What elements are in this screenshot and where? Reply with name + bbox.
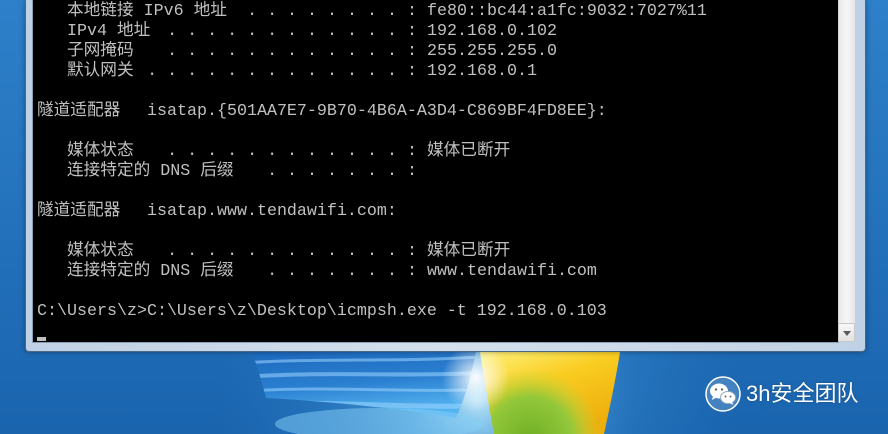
watermark-text: 3h安全团队	[746, 381, 859, 406]
adapter-name: isatap.{501AA7E7-9B70-4B6A-A3D4-C869BF4F…	[147, 102, 607, 121]
logo-center-glow	[440, 344, 512, 434]
console-line-media-state: 媒体状态 . . . . . . . . . . . . : 媒体已断开	[33, 142, 838, 162]
screen: 本地链接 IPv6 地址 . . . . . . . . : fe80::bc4…	[0, 0, 888, 434]
adapter-title: 隧道适配器	[37, 202, 121, 221]
entry-leader: . . . . . . . . . . . . :	[167, 22, 417, 41]
console-adapter-heading: 隧道适配器 isatap.www.tendawifi.com:	[33, 202, 838, 222]
watermark: 3h安全团队	[704, 376, 864, 412]
console-line-media-state: 媒体状态 . . . . . . . . . . . . : 媒体已断开	[33, 242, 838, 262]
entry-value: 255.255.255.0	[427, 42, 557, 61]
scroll-down-button[interactable]	[838, 323, 855, 342]
entry-leader: . . . . . . . . . . . . :	[167, 42, 417, 61]
entry-leader: . . . . . . . . . . . . :	[167, 242, 417, 261]
entry-value: 192.168.0.102	[427, 22, 557, 41]
console-line-default-gateway: 默认网关 . . . . . . . . . . . . . : 192.168…	[33, 62, 838, 82]
scroll-down-arrow-icon	[843, 331, 851, 336]
console-line-dns-suffix: 连接特定的 DNS 后缀 . . . . . . . : www.tendawi…	[33, 262, 838, 282]
command-prompt-window[interactable]: 本地链接 IPv6 地址 . . . . . . . . : fe80::bc4…	[25, 0, 866, 352]
entry-leader: . . . . . . . . . . . . :	[167, 142, 417, 161]
console-output[interactable]: 本地链接 IPv6 地址 . . . . . . . . : fe80::bc4…	[33, 0, 838, 342]
entry-leader: . . . . . . . . :	[247, 2, 417, 21]
console-adapter-heading: 隧道适配器 isatap.{501AA7E7-9B70-4B6A-A3D4-C8…	[33, 102, 838, 122]
console-line-dns-suffix: 连接特定的 DNS 后缀 . . . . . . . :	[33, 162, 838, 182]
entry-value: 192.168.0.1	[427, 62, 537, 81]
console-command-line: C:\Users\z>C:\Users\z\Desktop\icmpsh.exe…	[33, 302, 838, 322]
console-line-ipv6: 本地链接 IPv6 地址 . . . . . . . . : fe80::bc4…	[33, 2, 838, 22]
vertical-scrollbar[interactable]	[838, 0, 855, 342]
entry-value: fe80::bc44:a1fc:9032:7027%11	[427, 2, 707, 21]
entry-value: 媒体已断开	[427, 142, 511, 161]
adapter-title: 隧道适配器	[37, 102, 121, 121]
console-line-subnet-mask: 子网掩码 . . . . . . . . . . . . : 255.255.2…	[33, 42, 838, 62]
command-prompt-text: C:\Users\z>C:\Users\z\Desktop\icmpsh.exe…	[37, 302, 607, 321]
console-cursor	[37, 337, 46, 341]
entry-leader: . . . . . . . :	[267, 162, 417, 181]
console-line-ipv4: IPv4 地址 . . . . . . . . . . . . : 192.16…	[33, 22, 838, 42]
entry-leader: . . . . . . . :	[267, 262, 417, 281]
entry-leader: . . . . . . . . . . . . . :	[147, 62, 417, 81]
wechat-icon	[705, 376, 741, 412]
adapter-name: isatap.www.tendawifi.com:	[147, 202, 397, 221]
entry-value: www.tendawifi.com	[427, 262, 597, 281]
windows-logo-icon	[252, 344, 620, 434]
entry-value: 媒体已断开	[427, 242, 511, 261]
